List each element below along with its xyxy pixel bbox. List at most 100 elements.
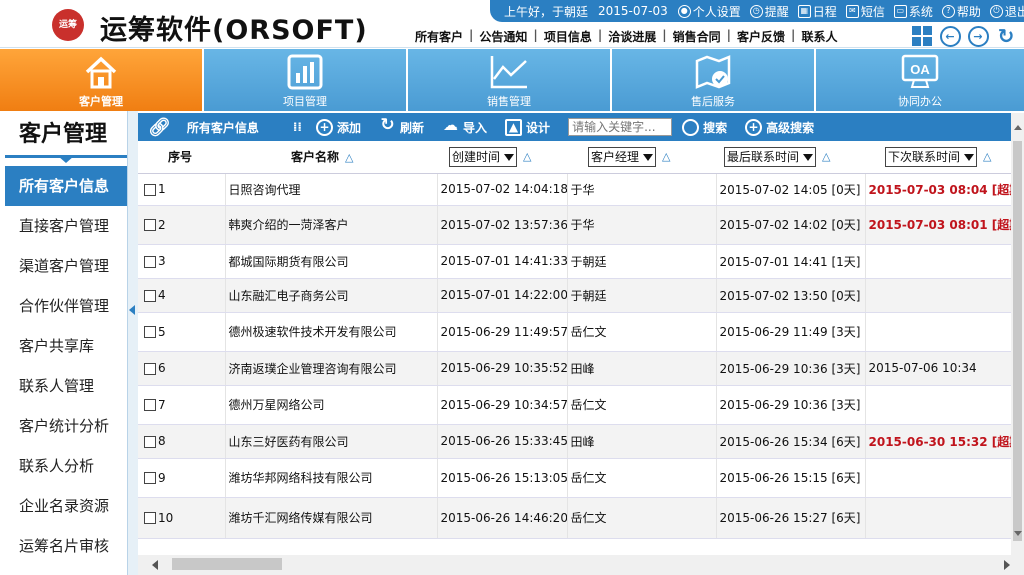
- table-row[interactable]: 9 潍坊华邦网络科技有限公司 2015-06-26 15:13:05 岳仁文 2015-…: [138, 458, 1011, 498]
- reminder-link[interactable]: ◷ 提醒: [749, 3, 789, 20]
- vertical-scrollbar[interactable]: [1011, 113, 1024, 555]
- table-row[interactable]: 2 韩爽介绍的一菏泽客户 2015-07-02 13:57:36 于华 2015-07-…: [138, 205, 1011, 245]
- customer-name-cell[interactable]: 潍坊华邦网络科技有限公司: [225, 458, 438, 498]
- back-button[interactable]: ←: [939, 25, 961, 47]
- reload-button[interactable]: ↻: [995, 25, 1017, 47]
- last-contact-select[interactable]: 最后联系时间: [724, 146, 817, 167]
- row-checkbox[interactable]: [144, 326, 156, 338]
- sort-icon[interactable]: △: [822, 150, 830, 163]
- row-checkbox[interactable]: [144, 362, 156, 375]
- scroll-up-icon[interactable]: [1014, 125, 1022, 130]
- col-name[interactable]: 客户名称 △: [225, 141, 437, 174]
- customer-name-cell[interactable]: 日照咨询代理: [225, 173, 438, 206]
- row-checkbox[interactable]: [144, 472, 156, 484]
- windows-icon[interactable]: [911, 25, 933, 47]
- sort-icon[interactable]: △: [345, 151, 353, 164]
- forward-button[interactable]: →: [967, 25, 989, 47]
- table-row[interactable]: 8 山东三好医药有限公司 2015-06-26 15:33:45 田峰 2015-06-…: [138, 424, 1011, 459]
- manager-select[interactable]: 客户经理: [588, 146, 657, 167]
- search-button[interactable]: 搜索: [682, 118, 727, 136]
- help-link[interactable]: ? 帮助: [941, 3, 981, 20]
- table-row[interactable]: 6 济南返璞企业管理咨询有限公司 2015-06-29 10:35:52 田峰 2015…: [138, 351, 1011, 386]
- table-row[interactable]: 7 德州万星网络公司 2015-06-29 10:34:57 岳仁文 2015-06-2…: [138, 385, 1011, 425]
- table-row[interactable]: 5 德州极速软件技术开发有限公司 2015-06-29 11:49:57 岳仁文 201…: [138, 312, 1011, 352]
- created-select[interactable]: 创建时间: [449, 146, 518, 167]
- customer-name-cell[interactable]: 山东三好医药有限公司: [225, 424, 438, 459]
- refresh-button[interactable]: ↻ 刷新: [379, 116, 424, 136]
- customer-name-cell[interactable]: 潍坊千汇网络传媒有限公司: [225, 497, 438, 539]
- calendar-icon: ▦: [797, 4, 811, 18]
- top-nav-announcements[interactable]: 公告通知: [476, 28, 530, 45]
- sidebar-item-customer-stats[interactable]: 客户统计分析: [5, 406, 127, 446]
- design-button[interactable]: ▲ 设计: [505, 118, 550, 136]
- module-sales-management[interactable]: 销售管理: [408, 49, 612, 111]
- row-checkbox[interactable]: [144, 289, 156, 302]
- scroll-thumb[interactable]: [172, 558, 282, 570]
- next-contact-cell: [865, 458, 1011, 498]
- module-customer-management[interactable]: 客户管理: [0, 49, 204, 111]
- customer-name-cell[interactable]: 山东融汇电子商务公司: [225, 278, 438, 313]
- customer-name-cell[interactable]: 韩爽介绍的一菏泽客户: [225, 205, 438, 245]
- sms-link[interactable]: ✉ 短信: [845, 3, 885, 20]
- sidebar-splitter[interactable]: [127, 111, 138, 575]
- customer-name-cell[interactable]: 德州万星网络公司: [225, 385, 438, 425]
- scroll-thumb[interactable]: [1013, 141, 1022, 541]
- module-project-management[interactable]: 项目管理: [204, 49, 408, 111]
- customer-name-text: 潍坊华邦网络科技有限公司: [228, 471, 373, 485]
- chevron-down-icon: [504, 153, 515, 161]
- row-checkbox[interactable]: [144, 183, 156, 196]
- row-checkbox[interactable]: [144, 435, 156, 448]
- top-nav-projects[interactable]: 项目信息: [541, 28, 595, 45]
- top-nav-contacts[interactable]: 联系人: [798, 28, 840, 45]
- created-time-cell: 2015-07-02 14:04:18: [437, 173, 568, 206]
- grid-toolbar: 🔗︎ 所有客户信息 ⁞⁞ +添加 ↻刷新 ☁导入 ▲设计 搜索 +高级搜索: [138, 113, 1011, 141]
- sidebar-item-directory[interactable]: 企业名录资源: [5, 486, 127, 526]
- module-collaborative-office[interactable]: OA 协同办公: [816, 49, 1024, 111]
- created-time-cell: 2015-06-29 10:35:52: [437, 351, 568, 386]
- sidebar-item-partners[interactable]: 合作伙伴管理: [5, 286, 127, 326]
- scroll-left-icon[interactable]: [152, 560, 158, 570]
- sidebar-item-all-customers[interactable]: 所有客户信息: [5, 166, 127, 206]
- scroll-right-icon[interactable]: [1004, 560, 1010, 570]
- top-nav-all-customers[interactable]: 所有客户: [412, 28, 466, 45]
- sidebar-item-channel-customers[interactable]: 渠道客户管理: [5, 246, 127, 286]
- customer-name-cell[interactable]: 德州极速软件技术开发有限公司: [225, 312, 438, 352]
- customer-name-cell[interactable]: 济南返璞企业管理咨询有限公司: [225, 351, 438, 386]
- row-checkbox[interactable]: [144, 399, 156, 411]
- sidebar-item-card-review[interactable]: 运筹名片审核: [5, 526, 127, 566]
- schedule-link[interactable]: ▦ 日程: [797, 3, 837, 20]
- top-nav-contracts[interactable]: 销售合同: [670, 28, 724, 45]
- row-checkbox[interactable]: [144, 255, 156, 268]
- sidebar-item-contact-analysis[interactable]: 联系人分析: [5, 446, 127, 486]
- module-after-sales-service[interactable]: 售后服务: [612, 49, 816, 111]
- advanced-search-button[interactable]: + 高级搜索: [745, 118, 814, 136]
- table-row[interactable]: 10 潍坊千汇网络传媒有限公司 2015-06-26 14:46:20 岳仁文 2015…: [138, 497, 1011, 539]
- scroll-down-icon[interactable]: [1014, 531, 1022, 536]
- sidebar-item-shared-pool[interactable]: 客户共享库: [5, 326, 127, 366]
- greeting-text: 上午好，于朝廷: [504, 4, 589, 19]
- top-nav-feedback[interactable]: 客户反馈: [734, 28, 788, 45]
- personal-settings-link[interactable]: ● 个人设置: [677, 3, 741, 20]
- table-row[interactable]: 1 日照咨询代理 2015-07-02 14:04:18 于华 2015-07-02 1…: [138, 173, 1011, 206]
- logout-link[interactable]: ⏻ 退出: [989, 3, 1024, 20]
- add-button[interactable]: + 添加: [316, 118, 361, 136]
- collapse-arrow-icon[interactable]: [129, 305, 135, 315]
- system-link[interactable]: ▭ 系统: [893, 3, 933, 20]
- row-checkbox[interactable]: [144, 219, 156, 231]
- sidebar-item-contacts[interactable]: 联系人管理: [5, 366, 127, 406]
- search-input[interactable]: [568, 118, 673, 136]
- row-checkbox[interactable]: [144, 512, 156, 524]
- sidebar-item-direct-customers[interactable]: 直接客户管理: [5, 206, 127, 246]
- next-contact-select[interactable]: 下次联系时间: [885, 146, 978, 167]
- table-row[interactable]: 4 山东融汇电子商务公司 2015-07-01 14:22:00 于朝廷 2015-07…: [138, 278, 1011, 313]
- horizontal-scrollbar[interactable]: [138, 555, 1024, 575]
- import-button[interactable]: ☁ 导入: [442, 117, 487, 136]
- app-title: 运筹软件(ORSOFT): [100, 15, 368, 46]
- top-nav-negotiations[interactable]: 洽谈进展: [605, 28, 659, 45]
- table-row[interactable]: 3 都城国际期货有限公司 2015-07-01 14:41:33 于朝廷 2015-07…: [138, 244, 1011, 279]
- next-contact-cell: 2015-06-30 15:32 [超期2天]: [865, 424, 1011, 459]
- sort-icon[interactable]: △: [662, 150, 670, 163]
- sort-icon[interactable]: △: [523, 150, 531, 163]
- customer-name-cell[interactable]: 都城国际期货有限公司: [225, 244, 438, 279]
- sort-icon[interactable]: △: [983, 150, 991, 163]
